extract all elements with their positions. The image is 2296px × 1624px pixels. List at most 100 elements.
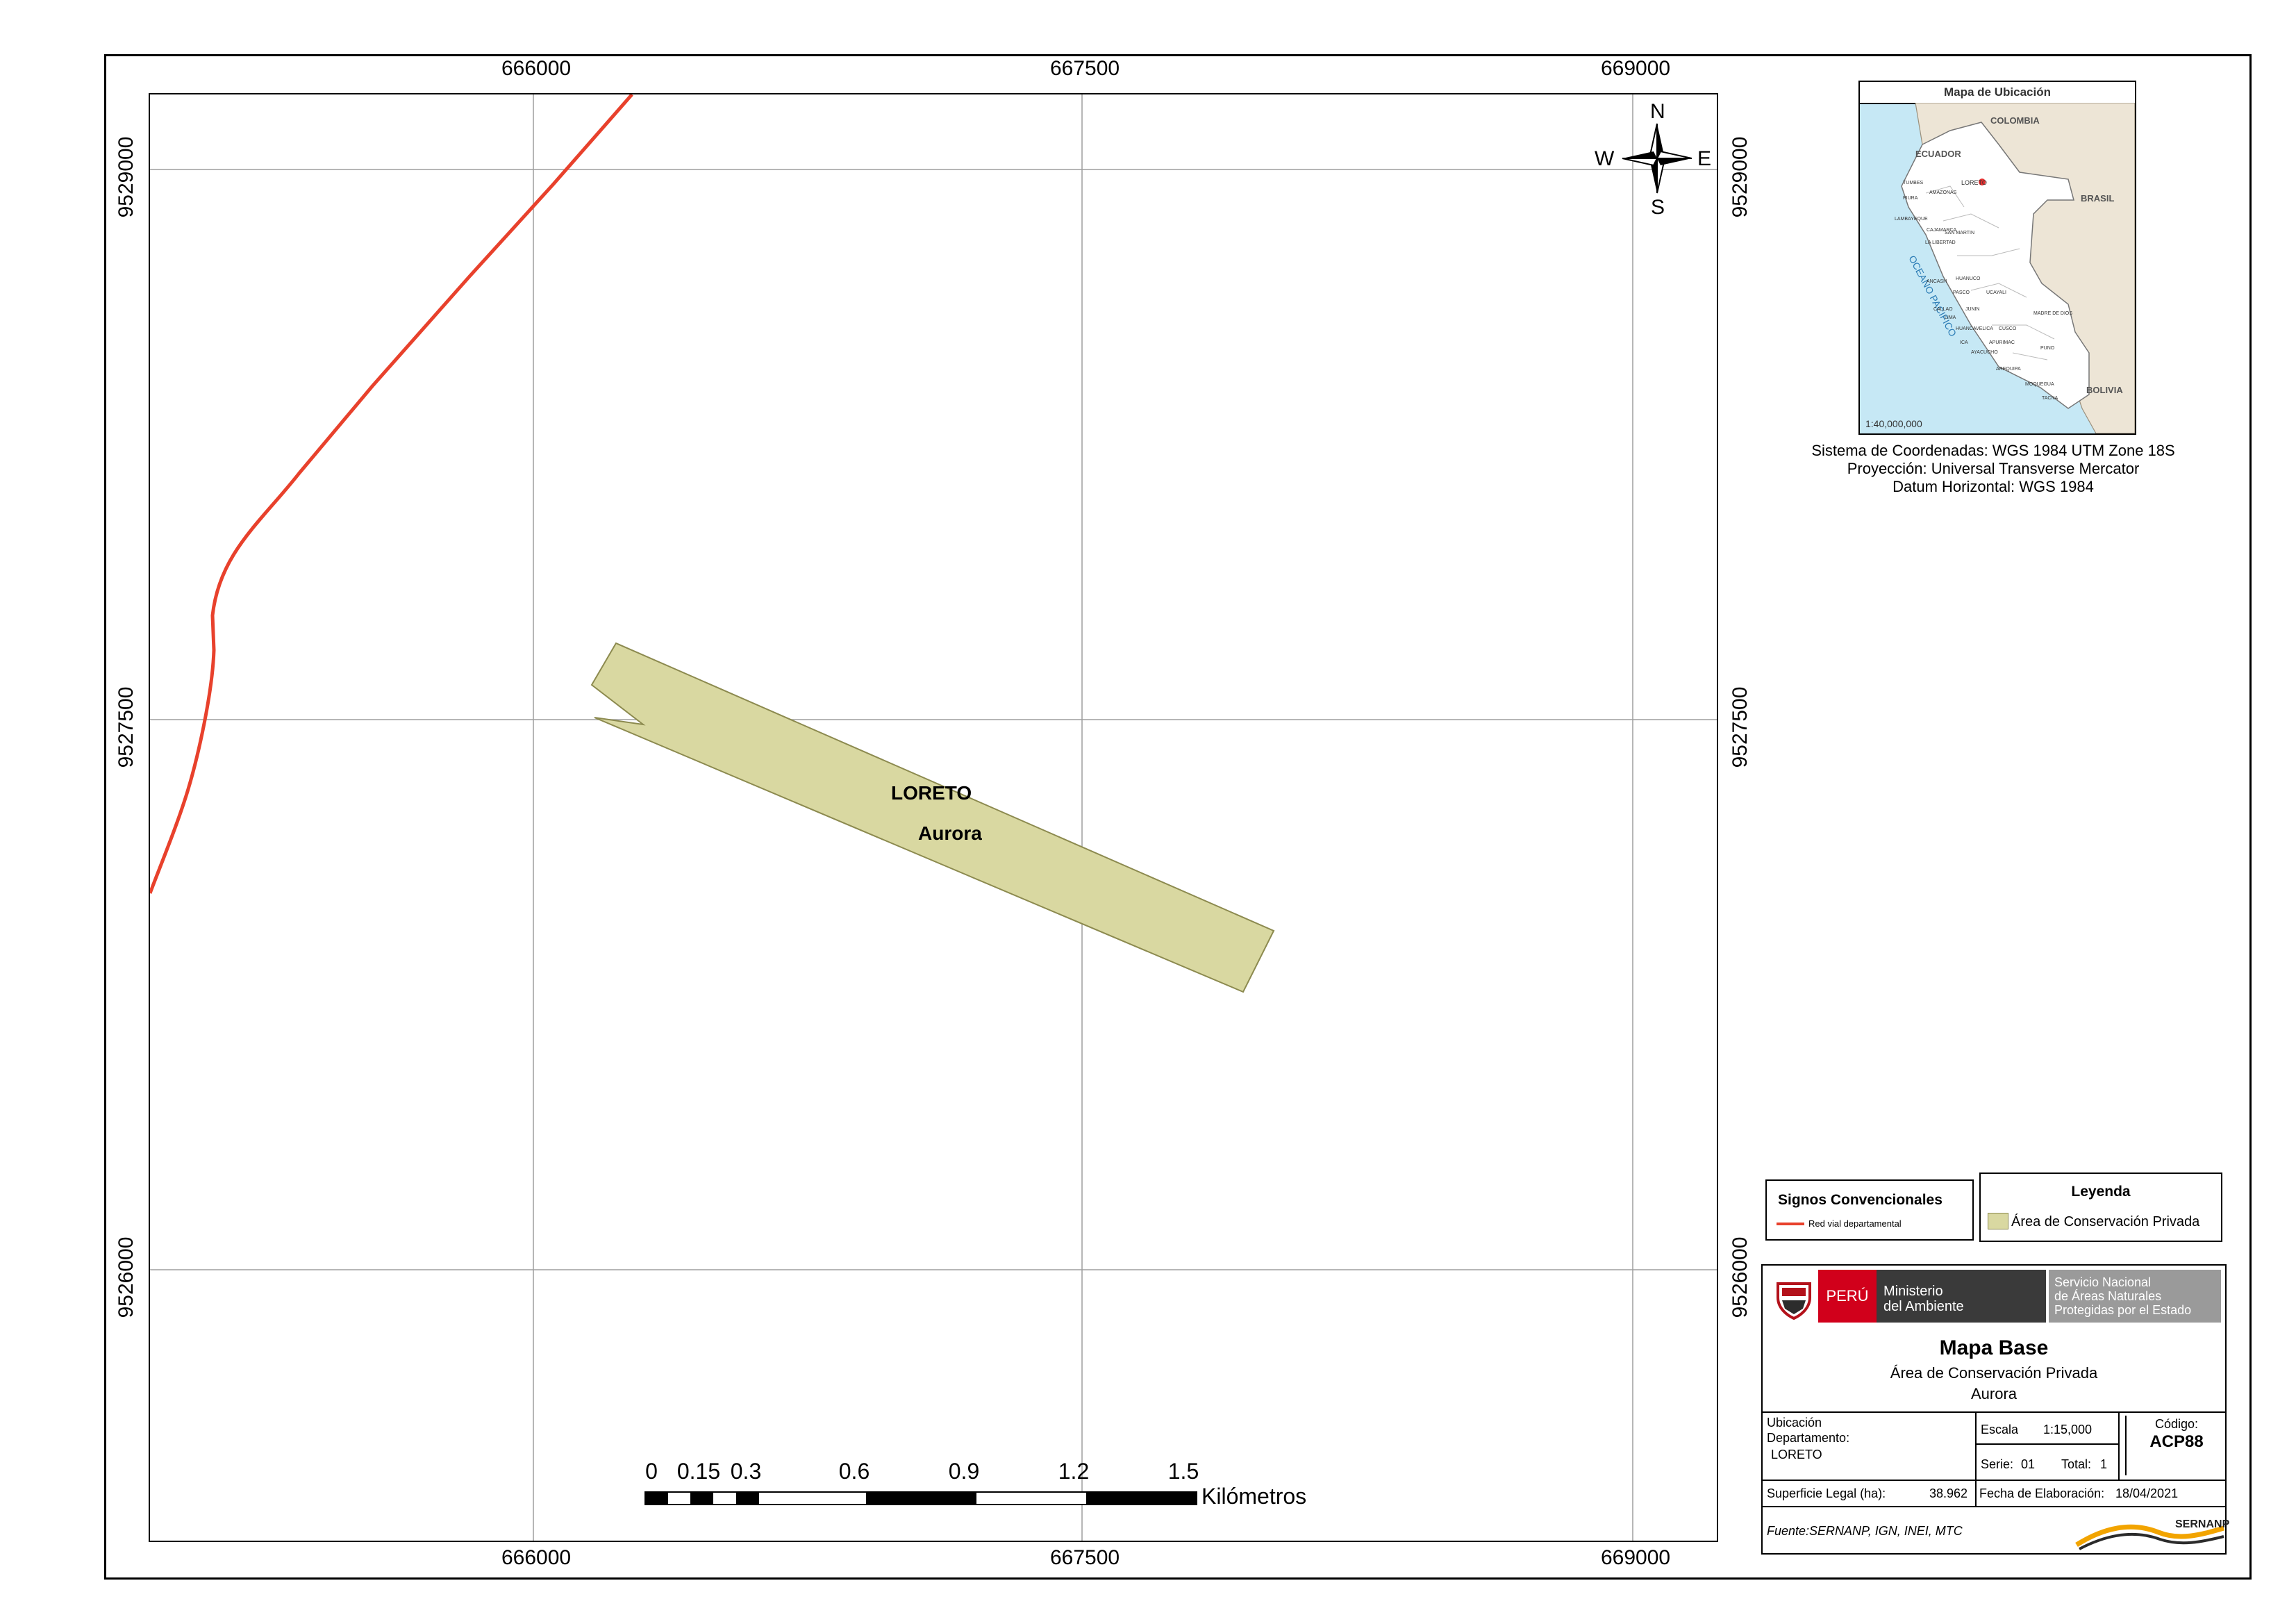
region-amazonas: AMAZONAS	[1929, 190, 1957, 195]
region-ancash: ANCASH	[1927, 279, 1947, 284]
x-tick-top-3: 669000	[1601, 57, 1671, 80]
region-callao: CALLAO	[1933, 307, 1953, 312]
ubicacion-label-2: Departamento:	[1767, 1431, 1850, 1445]
superficie-value: 38.962	[1929, 1486, 1968, 1500]
map-frame[interactable]: LORETO Aurora	[149, 93, 1718, 1542]
divider-v2	[2118, 1411, 2120, 1480]
x-tick-bottom-3: 669000	[1601, 1546, 1671, 1569]
region-puno: PUNO	[2040, 346, 2055, 351]
region-moquegua: MOQUEGUA	[2025, 382, 2054, 387]
peru-badge: PERÚ	[1818, 1270, 1877, 1323]
region-huancavelica: HUANCAVELICA	[1956, 326, 1993, 331]
divider-v1	[1975, 1411, 1977, 1506]
department-label: LORETO	[891, 782, 972, 804]
ubicacion-value: LORETO	[1771, 1448, 1822, 1461]
inset-marker-label: LORETO	[1961, 179, 1987, 186]
region-apurimac: APURIMAC	[1989, 340, 2015, 345]
signos-title: Signos Convencionales	[1778, 1192, 1943, 1208]
sernanp-line-3: Protegidas por el Estado	[2054, 1303, 2192, 1317]
country-bolivia: BOLIVIA	[2086, 385, 2123, 395]
location-inset[interactable]: Mapa de Ubicación COLOMBIA ECUADOR BRASI…	[1858, 81, 2136, 435]
scale-label-15: 1.5	[1167, 1459, 1199, 1484]
divider-bottom	[1763, 1506, 2225, 1507]
ministerio-line-1: Ministerio	[1883, 1284, 1943, 1299]
superficie-label: Superficie Legal (ha):	[1767, 1486, 1886, 1500]
conservation-area-polygon[interactable]	[590, 642, 1275, 993]
scale-label-09: 0.9	[948, 1459, 980, 1484]
area-legend-swatch	[1988, 1213, 2008, 1229]
total-value: 1	[2100, 1457, 2108, 1471]
scale-label-12: 1.2	[1058, 1459, 1090, 1484]
compass-s: S	[1651, 196, 1665, 219]
region-lalibertad: LA LIBERTAD	[1925, 240, 1956, 245]
compass-n: N	[1650, 100, 1665, 123]
serie-value: 01	[2021, 1457, 2036, 1471]
y-tick-left-2: 9527500	[115, 686, 138, 768]
crs-line-3: Datum Horizontal: WGS 1984	[1892, 478, 2094, 495]
region-ica: ICA	[1960, 340, 1968, 345]
compass-w: W	[1595, 147, 1615, 170]
y-tick-left-3: 9526000	[115, 1236, 138, 1318]
road-line	[150, 94, 633, 894]
region-madrededios: MADRE DE DIOS	[2033, 311, 2073, 316]
compass-e: E	[1697, 147, 1712, 170]
fecha-label: Fecha de Elaboración:	[1979, 1486, 2105, 1500]
map-canvas	[150, 94, 1717, 1541]
sernanp-line-2: de Áreas Naturales	[2054, 1289, 2162, 1303]
compass-rose: N S W E	[1595, 96, 1720, 221]
serie-label: Serie:	[1981, 1457, 2014, 1471]
x-tick-bottom-1: 666000	[501, 1546, 572, 1569]
region-lambayeque: LAMBAYEQUE	[1895, 217, 1928, 222]
country-colombia: COLOMBIA	[1990, 115, 2040, 126]
divider-top	[1763, 1411, 2225, 1413]
x-tick-bottom-2: 667500	[1050, 1546, 1120, 1569]
scalebar-unit: Kilómetros	[1201, 1484, 1307, 1509]
map-name: Aurora	[1970, 1385, 2018, 1402]
inset-map	[1901, 103, 2135, 433]
country-brasil: BRASIL	[2081, 193, 2115, 204]
road-legend-label: Red vial departamental	[1808, 1218, 1902, 1229]
region-huanuco: HUANUCO	[1956, 276, 1981, 281]
region-junin: JUNIN	[1965, 307, 1980, 312]
region-tacna: TACNA	[2042, 396, 2058, 401]
scale-label-03: 0.3	[730, 1459, 762, 1484]
divider-escala	[1977, 1443, 2118, 1445]
scale-label-06: 0.6	[838, 1459, 870, 1484]
region-ucayali: UCAYALI	[1986, 290, 2006, 295]
crs-line-2: Proyección: Universal Transverse Mercato…	[1847, 460, 2140, 477]
map-subtitle: Área de Conservación Privada	[1890, 1364, 2098, 1382]
inset-title: Mapa de Ubicación	[1860, 82, 2135, 104]
inset-scale: 1:40,000,000	[1865, 418, 1922, 429]
title-block: PERÚ Ministerio del Ambiente Servicio Na…	[1761, 1264, 2230, 1555]
y-tick-right-2: 9527500	[1729, 686, 1752, 768]
escala-value: 1:15,000	[2043, 1423, 2093, 1436]
sernanp-line-1: Servicio Nacional	[2054, 1275, 2152, 1289]
total-label: Total:	[2061, 1457, 2092, 1471]
country-ecuador: ECUADOR	[1915, 149, 1961, 159]
scale-label-0: 0	[645, 1459, 658, 1484]
region-arequipa: AREQUIPA	[1996, 367, 2021, 372]
map-title: Mapa Base	[1939, 1336, 2049, 1359]
ubicacion-label-1: Ubicación	[1767, 1416, 1822, 1430]
crs-line-1: Sistema de Coordenadas: WGS 1984 UTM Zon…	[1811, 442, 2175, 459]
ministerio-line-2: del Ambiente	[1883, 1299, 1964, 1314]
divider-mid	[1763, 1480, 2225, 1481]
codigo-value: ACP88	[2149, 1432, 2204, 1451]
sernanp-logo-text: SERNANP	[2175, 1518, 2230, 1530]
region-lima: LIMA	[1945, 315, 1956, 320]
peru-shield-icon	[1772, 1277, 1815, 1320]
x-tick-top-1: 666000	[501, 57, 572, 80]
y-tick-right-3: 9526000	[1729, 1236, 1752, 1318]
area-legend-label: Área de Conservación Privada	[2011, 1214, 2200, 1229]
codigo-label: Código:	[2154, 1417, 2199, 1431]
fuente-text: Fuente:SERNANP, IGN, INEI, MTC	[1767, 1524, 1963, 1538]
area-label: Aurora	[918, 822, 982, 844]
leyenda-title: Leyenda	[2071, 1184, 2131, 1200]
region-piura: PIURA	[1903, 196, 1918, 201]
region-sanmartin: SAN MARTIN	[1945, 231, 1975, 235]
escala-label: Escala	[1981, 1423, 2019, 1436]
x-tick-top-2: 667500	[1050, 57, 1120, 80]
leyenda-box: Leyenda Área de Conservación Privada	[1979, 1173, 2222, 1242]
fecha-value: 18/04/2021	[2115, 1486, 2179, 1500]
region-ayacucho: AYACUCHO	[1971, 350, 1998, 355]
